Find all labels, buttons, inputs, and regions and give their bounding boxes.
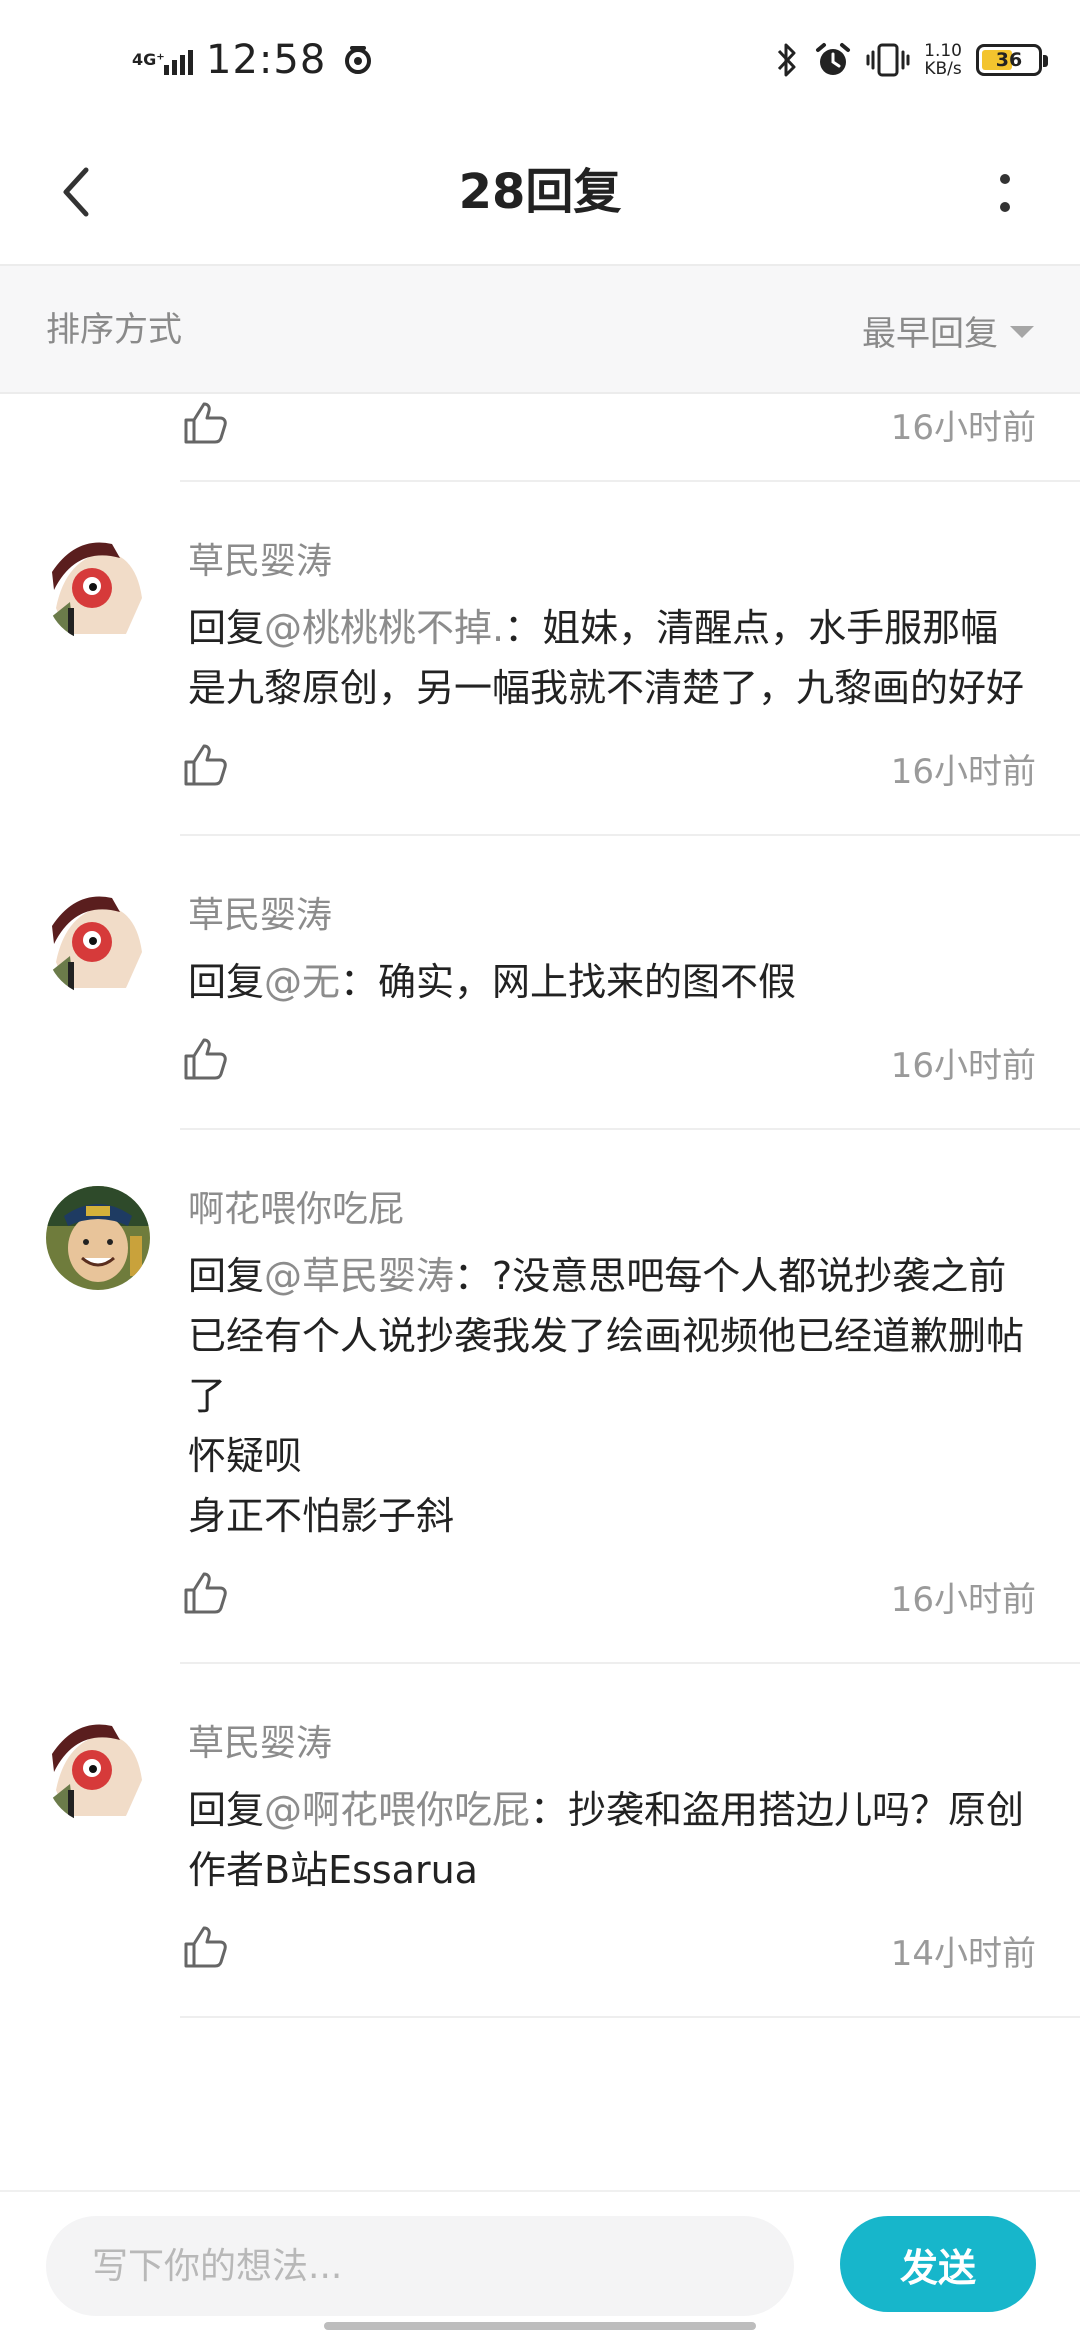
signal-icon xyxy=(164,45,196,75)
alarm-icon xyxy=(816,43,851,75)
reply-prefix: 回复 xyxy=(188,1254,265,1298)
divider xyxy=(180,2016,1080,2018)
reply-time: 14小时前 xyxy=(890,1934,1036,1974)
reply-meta: 16小时前 xyxy=(180,718,1080,836)
reply-item: 草民婴涛 回复@桃桃桃不掉.：姐妹，清醒点，水手服那幅是九黎原创，另一幅我就不清… xyxy=(0,482,1080,836)
status-left: 4G⁺ 12:58 xyxy=(132,30,374,90)
reply-time: 16小时前 xyxy=(890,1580,1036,1620)
reply-meta: 16小时前 xyxy=(180,1012,1080,1130)
reply-meta: 16小时前 xyxy=(180,1546,1080,1664)
send-button[interactable]: 发送 xyxy=(840,2216,1036,2312)
sort-dropdown[interactable]: 最早回复 xyxy=(862,266,1034,394)
sort-label: 排序方式 xyxy=(46,310,182,350)
network-speed-value: 1.10 xyxy=(924,41,962,61)
reply-author[interactable]: 啊花喂你吃屁 xyxy=(188,1188,404,1232)
avatar[interactable] xyxy=(46,538,150,642)
reply-time: 16小时前 xyxy=(890,408,1036,448)
reply-author[interactable]: 草民婴涛 xyxy=(188,894,332,938)
reply-item-partial: 16小时前 xyxy=(0,394,1080,482)
reply-prefix: 回复 xyxy=(188,606,265,650)
reply-prefix: 回复 xyxy=(188,960,265,1004)
sort-selected-value: 最早回复 xyxy=(862,313,998,354)
page-title: 28回复 xyxy=(458,164,622,220)
bluetooth-icon xyxy=(778,43,796,77)
reply-composer: 发送 xyxy=(0,2190,1080,2340)
reply-item: 草民婴涛 回复@啊花喂你吃屁：抄袭和盗用搭边儿吗？原创作者B站Essarua 1… xyxy=(0,1664,1080,2018)
thumbs-up-icon[interactable] xyxy=(180,740,230,790)
chevron-left-icon xyxy=(63,167,89,217)
sort-bar: 排序方式 最早回复 xyxy=(0,266,1080,394)
mention-link[interactable]: @啊花喂你吃屁 xyxy=(264,1788,530,1832)
avatar[interactable] xyxy=(46,892,150,996)
caret-down-icon xyxy=(1010,326,1034,338)
thumbs-up-icon[interactable] xyxy=(180,1034,230,1084)
battery-icon: 36 xyxy=(976,44,1048,76)
more-options-button[interactable] xyxy=(970,158,1040,228)
network-speed: 1.10 KB/s xyxy=(924,42,962,78)
thumbs-up-icon[interactable] xyxy=(180,1568,230,1618)
reply-text: ：确实，网上找来的图不假 xyxy=(340,960,797,1004)
thumbs-up-icon[interactable] xyxy=(180,398,230,448)
avatar[interactable] xyxy=(46,1720,150,1824)
network-speed-unit: KB/s xyxy=(924,59,962,79)
mention-link[interactable]: @桃桃桃不掉. xyxy=(264,606,504,650)
reply-time: 16小时前 xyxy=(890,752,1036,792)
reply-item: 草民婴涛 回复@无：确实，网上找来的图不假 16小时前 xyxy=(0,836,1080,1130)
reply-item: 啊花喂你吃屁 回复@草民婴涛：?没意思吧每个人都说抄袭之前已经有个人说抄袭我发了… xyxy=(0,1130,1080,1664)
back-button[interactable] xyxy=(36,152,116,232)
status-bar: 4G⁺ 12:58 1.10 KB/s 36 xyxy=(0,0,1080,118)
network-type: 4G⁺ xyxy=(132,50,165,69)
avatar[interactable] xyxy=(46,1186,150,1290)
reply-meta: 14小时前 xyxy=(180,1900,1080,2018)
reply-author[interactable]: 草民婴涛 xyxy=(188,540,332,584)
vibrate-icon xyxy=(866,43,910,77)
app-notification-icon xyxy=(345,46,372,74)
reply-list[interactable]: 16小时前 草民婴涛 回复@桃桃桃不掉.：姐妹，清醒点，水手服那幅是九黎原创，另… xyxy=(0,394,1080,2190)
comment-input[interactable] xyxy=(46,2216,794,2316)
mention-link[interactable]: @草民婴涛 xyxy=(264,1254,454,1298)
mention-link[interactable]: @无 xyxy=(264,960,340,1004)
status-right: 1.10 KB/s 36 xyxy=(774,30,1048,90)
reply-time: 16小时前 xyxy=(890,1046,1036,1086)
status-time: 12:58 xyxy=(206,37,327,83)
reply-author[interactable]: 草民婴涛 xyxy=(188,1722,332,1766)
home-indicator[interactable] xyxy=(324,2322,756,2330)
reply-prefix: 回复 xyxy=(188,1788,265,1832)
reply-meta: 16小时前 xyxy=(180,394,1080,482)
thumbs-up-icon[interactable] xyxy=(180,1922,230,1972)
more-vertical-icon xyxy=(1000,174,1010,212)
top-navigation-bar: 28回复 xyxy=(0,118,1080,266)
battery-level: 36 xyxy=(995,49,1023,71)
